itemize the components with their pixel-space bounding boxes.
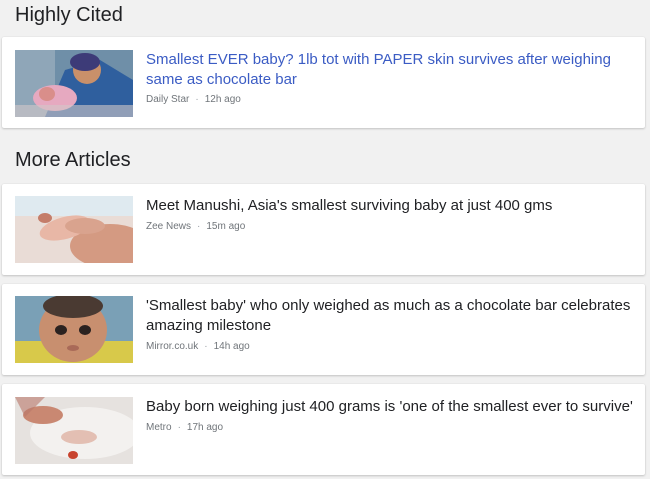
meta-separator: · xyxy=(197,221,201,232)
article-headline-link[interactable]: 'Smallest baby' who only weighed as much… xyxy=(146,296,633,336)
highly-cited-heading: Highly Cited xyxy=(15,4,123,26)
article-thumbnail[interactable] xyxy=(15,50,133,117)
article-headline-link[interactable]: Smallest EVER baby? 1lb tot with PAPER s… xyxy=(146,50,633,90)
baby-hand-image xyxy=(15,196,133,263)
article-meta: Daily Star · 12h ago xyxy=(146,94,241,106)
meta-separator: · xyxy=(195,94,199,105)
meta-separator: · xyxy=(177,422,181,433)
article-thumbnail[interactable] xyxy=(15,397,133,464)
more-articles-heading: More Articles xyxy=(15,149,131,171)
article-thumbnail[interactable] xyxy=(15,296,133,363)
article-source[interactable]: Zee News xyxy=(146,221,191,232)
article-time: 14h ago xyxy=(213,341,250,352)
article-card[interactable]: Meet Manushi, Asia's smallest surviving … xyxy=(2,184,645,275)
article-time: 12h ago xyxy=(204,94,241,105)
baby-face-image xyxy=(15,296,133,363)
article-time: 17h ago xyxy=(186,422,224,433)
meta-separator: · xyxy=(204,341,208,352)
article-source[interactable]: Mirror.co.uk xyxy=(146,341,198,352)
article-headline-link[interactable]: Baby born weighing just 400 grams is 'on… xyxy=(146,397,633,417)
newborn-in-plastic-image xyxy=(15,397,133,464)
article-meta: Mirror.co.uk · 14h ago xyxy=(146,341,250,353)
article-source[interactable]: Daily Star xyxy=(146,94,189,105)
article-headline-link[interactable]: Meet Manushi, Asia's smallest surviving … xyxy=(146,196,633,216)
nurse-holding-baby-image xyxy=(15,50,133,117)
highly-cited-article-card[interactable]: Smallest EVER baby? 1lb tot with PAPER s… xyxy=(2,37,645,128)
article-thumbnail[interactable] xyxy=(15,196,133,263)
article-source[interactable]: Metro xyxy=(146,422,172,433)
article-time: 15m ago xyxy=(206,221,246,232)
article-meta: Metro · 17h ago xyxy=(146,422,223,434)
article-card[interactable]: Baby born weighing just 400 grams is 'on… xyxy=(2,384,645,475)
article-card[interactable]: 'Smallest baby' who only weighed as much… xyxy=(2,284,645,375)
article-meta: Zee News · 15m ago xyxy=(146,221,245,233)
